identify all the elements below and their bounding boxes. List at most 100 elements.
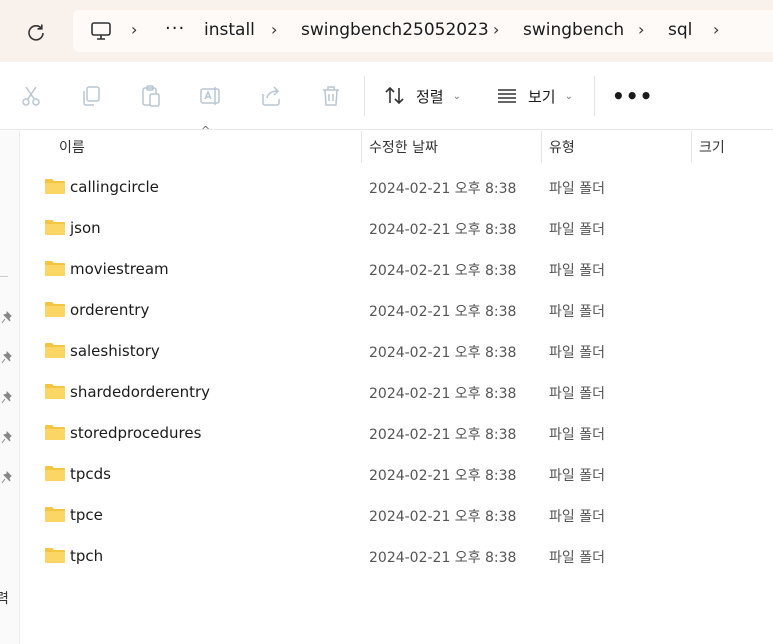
file-type: 파일 폴더 (549, 222, 605, 238)
file-modified: 2024-02-21 오후 8:38 (369, 304, 517, 320)
column-header-modified[interactable]: 수정한 날짜 (369, 131, 438, 163)
chevron-right-icon[interactable]: › (493, 20, 499, 39)
address-bar-band: › ··· install › swingbench25052023 › swi… (0, 0, 773, 62)
file-modified: 2024-02-21 오후 8:38 (369, 550, 517, 566)
sort-label: 정렬 (416, 87, 444, 106)
file-type: 파일 폴더 (549, 263, 605, 279)
nav-item-label-partial[interactable]: 력 (0, 588, 9, 608)
list-item[interactable]: tpce 2024-02-21 오후 8:38 파일 폴더 (20, 495, 773, 536)
chevron-right-icon[interactable]: › (713, 20, 719, 39)
column-header-modified-label: 수정한 날짜 (369, 140, 438, 156)
breadcrumb-sql[interactable]: sql (668, 20, 692, 40)
view-button[interactable]: 보기 ⌄ (496, 82, 573, 110)
column-separator[interactable] (691, 131, 692, 163)
view-list-icon (498, 89, 516, 103)
pin-icon[interactable] (1, 431, 13, 445)
file-type: 파일 폴더 (549, 427, 605, 443)
folder-icon (45, 548, 65, 563)
column-separator[interactable] (541, 131, 542, 163)
more-options-button[interactable]: ••• (612, 84, 653, 108)
this-pc-icon[interactable] (90, 20, 112, 42)
list-item[interactable]: orderentry 2024-02-21 오후 8:38 파일 폴더 (20, 290, 773, 331)
file-name: saleshistory (70, 342, 160, 360)
delete-icon[interactable] (319, 84, 343, 108)
folder-icon (45, 261, 65, 276)
command-bar: 정렬 ⌄ 보기 ⌄ ••• (0, 62, 773, 130)
column-separator[interactable] (361, 131, 362, 163)
nav-divider (0, 276, 8, 277)
folder-icon (45, 384, 65, 399)
sort-icon (385, 86, 404, 105)
list-item[interactable]: storedprocedures 2024-02-21 오후 8:38 파일 폴… (20, 413, 773, 454)
list-item[interactable]: shardedorderentry 2024-02-21 오후 8:38 파일 … (20, 372, 773, 413)
file-name: tpce (70, 506, 103, 524)
file-type: 파일 폴더 (549, 550, 605, 566)
view-label: 보기 (528, 87, 556, 106)
toolbar-divider (364, 76, 365, 116)
chevron-right-icon[interactable]: › (271, 20, 277, 39)
pin-icon[interactable] (1, 471, 13, 485)
file-modified: 2024-02-21 오후 8:38 (369, 509, 517, 525)
column-header-size-label: 크기 (699, 140, 725, 156)
breadcrumb-install[interactable]: install (204, 20, 255, 40)
file-type: 파일 폴더 (549, 509, 605, 525)
folder-icon (45, 507, 65, 522)
column-header-size[interactable]: 크기 (699, 131, 725, 163)
breadcrumb-swingbench25052023[interactable]: swingbench25052023 (301, 20, 489, 40)
breadcrumb-overflow[interactable]: ··· (165, 18, 185, 39)
folder-icon (45, 343, 65, 358)
file-modified: 2024-02-21 오후 8:38 (369, 427, 517, 443)
file-name: callingcircle (70, 178, 159, 196)
breadcrumb-swingbench[interactable]: swingbench (523, 20, 624, 40)
chevron-down-icon: ⌄ (452, 90, 461, 102)
list-item[interactable]: saleshistory 2024-02-21 오후 8:38 파일 폴더 (20, 331, 773, 372)
chevron-down-icon: ⌄ (564, 90, 573, 102)
column-header-name-label: 이름 (59, 140, 85, 156)
pin-icon[interactable] (1, 311, 13, 325)
folder-icon (45, 466, 65, 481)
file-modified: 2024-02-21 오후 8:38 (369, 468, 517, 484)
list-item[interactable]: json 2024-02-21 오후 8:38 파일 폴더 (20, 208, 773, 249)
file-modified: 2024-02-21 오후 8:38 (369, 386, 517, 402)
rename-icon[interactable] (199, 84, 223, 108)
list-item[interactable]: callingcircle 2024-02-21 오후 8:38 파일 폴더 (20, 167, 773, 208)
file-modified: 2024-02-21 오후 8:38 (369, 222, 517, 238)
paste-icon[interactable] (139, 84, 163, 108)
column-header-type[interactable]: 유형 (549, 131, 575, 163)
toolbar-divider (594, 76, 595, 116)
file-modified: 2024-02-21 오후 8:38 (369, 263, 517, 279)
refresh-button[interactable] (24, 20, 48, 44)
chevron-right-icon[interactable]: › (638, 20, 644, 39)
file-modified: 2024-02-21 오후 8:38 (369, 345, 517, 361)
list-item[interactable]: moviestream 2024-02-21 오후 8:38 파일 폴더 (20, 249, 773, 290)
pin-icon[interactable] (1, 391, 13, 405)
refresh-icon (28, 24, 44, 41)
list-item[interactable]: tpch 2024-02-21 오후 8:38 파일 폴더 (20, 536, 773, 577)
file-modified: 2024-02-21 오후 8:38 (369, 181, 517, 197)
file-type: 파일 폴더 (549, 345, 605, 361)
file-name: tpch (70, 547, 104, 565)
file-name: moviestream (70, 260, 169, 278)
copy-icon[interactable] (79, 84, 103, 108)
file-name: storedprocedures (70, 424, 202, 442)
share-icon[interactable] (259, 84, 283, 108)
file-type: 파일 폴더 (549, 304, 605, 320)
folder-icon (45, 179, 65, 194)
column-header-type-label: 유형 (549, 140, 575, 156)
folder-icon (45, 220, 65, 235)
address-box[interactable]: › ··· install › swingbench25052023 › swi… (73, 10, 773, 52)
folder-icon (45, 425, 65, 440)
cut-icon[interactable] (19, 84, 43, 108)
file-type: 파일 폴더 (549, 386, 605, 402)
list-item[interactable]: tpcds 2024-02-21 오후 8:38 파일 폴더 (20, 454, 773, 495)
file-name: orderentry (70, 301, 150, 319)
sort-ascending-icon: ^ (201, 124, 211, 137)
sort-button[interactable]: 정렬 ⌄ (384, 82, 461, 110)
file-name: json (70, 219, 101, 237)
file-name: tpcds (70, 465, 111, 483)
chevron-right-icon[interactable]: › (131, 20, 137, 39)
navigation-pane-edge (0, 131, 20, 644)
pin-icon[interactable] (1, 351, 13, 365)
folder-icon (45, 302, 65, 317)
column-header-name[interactable]: 이름 (59, 131, 85, 163)
